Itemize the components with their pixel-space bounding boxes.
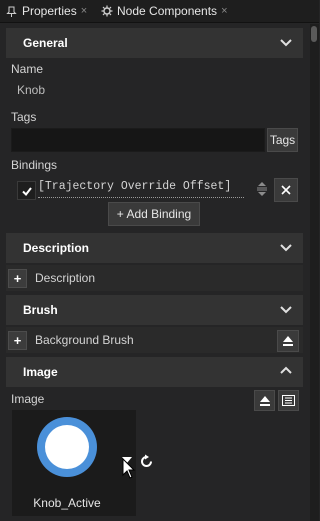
close-icon[interactable]: × xyxy=(81,5,87,17)
mouse-cursor-icon xyxy=(122,458,136,479)
remove-binding-button[interactable] xyxy=(274,178,298,202)
import-image-button[interactable] xyxy=(254,390,275,411)
drag-handle-icon[interactable] xyxy=(255,181,269,197)
image-browser-icon xyxy=(282,395,295,406)
tab-properties[interactable]: Properties × xyxy=(6,0,87,22)
section-image-header[interactable]: Image xyxy=(6,357,303,387)
close-icon xyxy=(281,185,291,195)
binding-expression[interactable]: [Trajectory Override Offset] xyxy=(38,180,244,198)
chevron-down-icon[interactable] xyxy=(279,35,293,49)
section-title: Image xyxy=(23,365,58,379)
section-title: Description xyxy=(23,241,90,255)
tags-label: Tags xyxy=(11,110,37,124)
image-name: Knob_Active xyxy=(33,496,101,510)
chevron-down-icon[interactable] xyxy=(279,240,293,254)
tab-properties-label: Properties xyxy=(22,4,77,18)
tags-input[interactable] xyxy=(11,128,265,152)
image-preview[interactable]: Knob_Active xyxy=(12,410,136,516)
section-title: Brush xyxy=(23,303,58,317)
chevron-up-icon[interactable] xyxy=(279,364,293,378)
section-description-header[interactable]: Description xyxy=(6,233,303,263)
add-background-brush-button[interactable]: + xyxy=(8,331,27,350)
import-brush-button[interactable] xyxy=(277,330,299,352)
tab-node-components-label: Node Components xyxy=(117,4,218,18)
browse-image-button[interactable] xyxy=(278,390,299,411)
description-item-label: Description xyxy=(35,271,96,285)
section-title: General xyxy=(23,36,68,50)
background-brush-label: Background Brush xyxy=(35,333,134,347)
tags-button[interactable]: Tags xyxy=(267,128,298,152)
add-binding-button[interactable]: + Add Binding xyxy=(108,202,200,226)
upload-icon xyxy=(259,395,270,406)
gear-icon xyxy=(101,5,113,17)
name-label: Name xyxy=(11,62,44,76)
tab-node-components[interactable]: Node Components × xyxy=(101,0,228,22)
checkmark-icon xyxy=(21,186,32,196)
knob-thumbnail xyxy=(37,417,97,477)
image-label: Image xyxy=(11,392,45,406)
scrollbar-thumb[interactable] xyxy=(311,26,317,42)
bindings-label: Bindings xyxy=(11,158,58,172)
pin-icon xyxy=(6,6,17,17)
close-icon[interactable]: × xyxy=(221,5,227,17)
vertical-scrollbar[interactable] xyxy=(310,24,319,521)
section-brush-header[interactable]: Brush xyxy=(6,295,303,325)
reset-icon[interactable] xyxy=(139,454,154,469)
section-general-header[interactable]: General xyxy=(6,28,303,58)
add-description-button[interactable]: + xyxy=(8,269,27,288)
upload-icon xyxy=(283,336,293,346)
name-value[interactable]: Knob xyxy=(17,83,45,97)
chevron-down-icon[interactable] xyxy=(279,302,293,316)
binding-enabled-checkbox[interactable] xyxy=(17,181,36,200)
